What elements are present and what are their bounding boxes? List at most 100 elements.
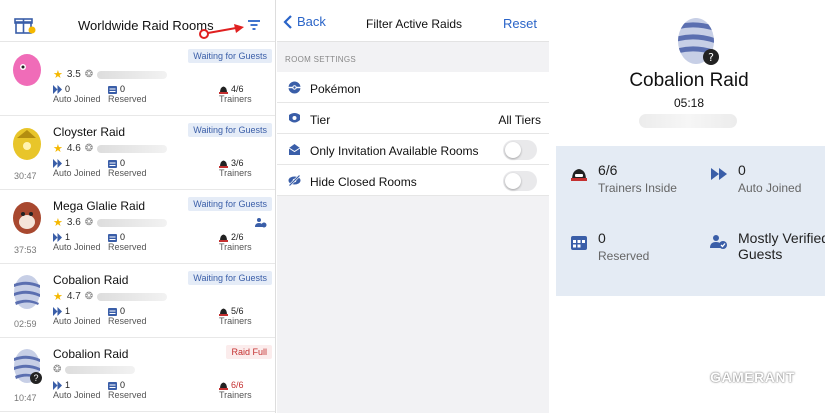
gift-icon[interactable]	[14, 15, 36, 35]
room-meta: ❂	[53, 364, 136, 375]
eye-slash-icon	[288, 174, 301, 187]
trainers-stat: 2/6 Trainers	[219, 232, 252, 252]
room-timer: 30:47	[14, 171, 37, 181]
room-stats: 0 Auto Joined 0 Reserved 4/6 Trainers	[53, 84, 273, 112]
room-name: Cobalion Raid	[53, 347, 129, 361]
trainers-count: 2/6	[231, 232, 244, 242]
reserved-label: Reserved	[108, 242, 147, 252]
trainers-icon	[219, 160, 228, 168]
host-name-blurred	[97, 144, 168, 153]
back-label: Back	[297, 14, 326, 29]
raid-rooms-panel: Worldwide Raid Rooms Waiting for Guests ★…	[0, 0, 276, 413]
invitation-label: Only Invitation Available Rooms	[310, 144, 479, 158]
trainers-label: Trainers	[219, 242, 252, 252]
hide-closed-toggle[interactable]	[503, 171, 537, 191]
reserved-stat: 0 Reserved	[108, 380, 147, 400]
trainers-stat: 3/6 Trainers	[219, 158, 252, 178]
auto-joined-label: Auto Joined	[53, 94, 101, 104]
filter-icon[interactable]	[247, 19, 261, 31]
room-meta: ★ 3.5 ❂	[53, 68, 168, 81]
room-name: Cloyster Raid	[53, 125, 126, 139]
verified-guests-value: Mostly Verified Guests	[738, 230, 825, 262]
status-badge: Waiting for Guests	[188, 271, 272, 285]
tier-label: Tier	[310, 113, 331, 127]
auto-joined-label: Auto Joined	[53, 316, 101, 326]
trainers-label: Trainers Inside	[598, 181, 677, 195]
back-button[interactable]: Back	[283, 14, 326, 29]
fast-forward-icon	[53, 158, 62, 168]
auto-joined-stat: 1 Auto Joined	[53, 232, 101, 252]
fast-forward-icon	[711, 168, 727, 180]
pokemon-avatar-icon	[13, 54, 41, 86]
status-badge: Waiting for Guests	[188, 123, 272, 137]
raid-title: Cobalion Raid	[629, 70, 749, 91]
room-stats: 1 Auto Joined 0 Reserved 2/6 Trainers	[53, 232, 273, 260]
status-badge: Waiting for Guests	[188, 197, 272, 211]
trainers-icon	[219, 86, 228, 94]
auto-joined-stat: 1 Auto Joined	[53, 380, 101, 400]
room-stats: 1 Auto Joined 0 Reserved 6/6 Trainers	[53, 380, 273, 408]
star-icon: ★	[53, 291, 63, 303]
calendar-icon	[108, 233, 117, 242]
verified-users-icon	[255, 218, 267, 228]
status-badge: Raid Full	[226, 345, 272, 359]
reserved-label: Reserved	[108, 390, 147, 400]
tier-value: All Tiers	[498, 113, 541, 127]
pokeball-icon	[288, 81, 301, 94]
reserved-stat: 0 Reserved	[108, 232, 147, 252]
reserved-stat: 0 Reserved	[108, 84, 147, 104]
pokemon-label: Pokémon	[310, 82, 361, 96]
raid-rooms-header: Worldwide Raid Rooms	[0, 0, 275, 42]
reserved-label: Reserved	[108, 316, 147, 326]
pokemon-avatar-icon	[14, 275, 40, 309]
pokemon-row[interactable]: Pokémon	[277, 72, 549, 103]
room-list-item[interactable]: ? 10:47 Cobalion Raid Raid Full ❂ 1 Auto Joine…	[0, 338, 275, 412]
auto-joined-value: 0	[738, 162, 746, 178]
annotation-arrow-icon	[199, 24, 244, 39]
host-name-blurred	[97, 292, 168, 301]
raid-stats-card: 6/6 Trainers Inside 0 Auto Joined 0 Rese…	[556, 146, 825, 296]
trainers-icon	[219, 382, 228, 390]
friendship-icon: ❂	[84, 217, 94, 228]
trainers-count: 3/6	[231, 158, 244, 168]
room-list-item[interactable]: Waiting for Guests ★ 3.5 ❂ 0 Auto Joined 0 Rese…	[0, 42, 275, 116]
chevron-left-icon	[283, 14, 292, 29]
filter-title: Filter Active Raids	[366, 17, 463, 31]
room-list-item[interactable]: 02:59 Cobalion Raid Waiting for Guests ★ 4.7…	[0, 264, 275, 338]
friendship-icon: ❂	[53, 364, 62, 375]
pokemon-avatar-icon	[13, 202, 41, 234]
trainers-icon	[219, 308, 228, 316]
trainers-label: Trainers	[219, 168, 252, 178]
verified-users-icon	[710, 235, 727, 249]
toggle-knob	[505, 173, 521, 189]
page-title: Worldwide Raid Rooms	[78, 18, 214, 33]
host-rating: 4.7	[66, 291, 81, 302]
invitation-toggle[interactable]	[503, 140, 537, 160]
room-meta: ★ 3.6 ❂	[53, 216, 168, 229]
tier-row[interactable]: Tier All Tiers	[277, 103, 549, 134]
trainers-stat: 6/6 Trainers	[219, 380, 252, 400]
host-rating: 4.6	[66, 143, 81, 154]
reserved-label: Reserved	[598, 249, 650, 263]
room-list-item[interactable]: 37:53 Mega Glalie Raid Waiting for Guests ★…	[0, 190, 275, 264]
host-rating: 3.5	[66, 69, 81, 80]
room-name: Cobalion Raid	[53, 273, 129, 287]
status-badge: Waiting for Guests	[188, 49, 272, 63]
reserved-count: 0	[120, 306, 126, 316]
fast-forward-icon	[53, 306, 62, 316]
raid-detail-panel: ? Cobalion Raid 05:18 6/6 Trainers Insid…	[553, 0, 825, 413]
room-list-item[interactable]: 30:47 Cloyster Raid Waiting for Guests ★ 4.6…	[0, 116, 275, 190]
tier-icon	[289, 113, 300, 123]
reset-button[interactable]: Reset	[503, 16, 537, 31]
auto-joined-count: 1	[65, 158, 71, 168]
fast-forward-icon	[53, 380, 62, 390]
fast-forward-icon	[53, 84, 62, 94]
auto-joined-count: 1	[65, 232, 71, 242]
calendar-icon	[108, 85, 117, 94]
svg-text:?: ?	[33, 373, 38, 383]
host-name-blurred	[97, 218, 168, 227]
auto-joined-count: 1	[65, 380, 71, 390]
host-rating: 3.6	[66, 217, 81, 228]
room-list: Waiting for Guests ★ 3.5 ❂ 0 Auto Joined 0 Rese…	[0, 42, 275, 412]
star-icon: ★	[53, 69, 63, 81]
